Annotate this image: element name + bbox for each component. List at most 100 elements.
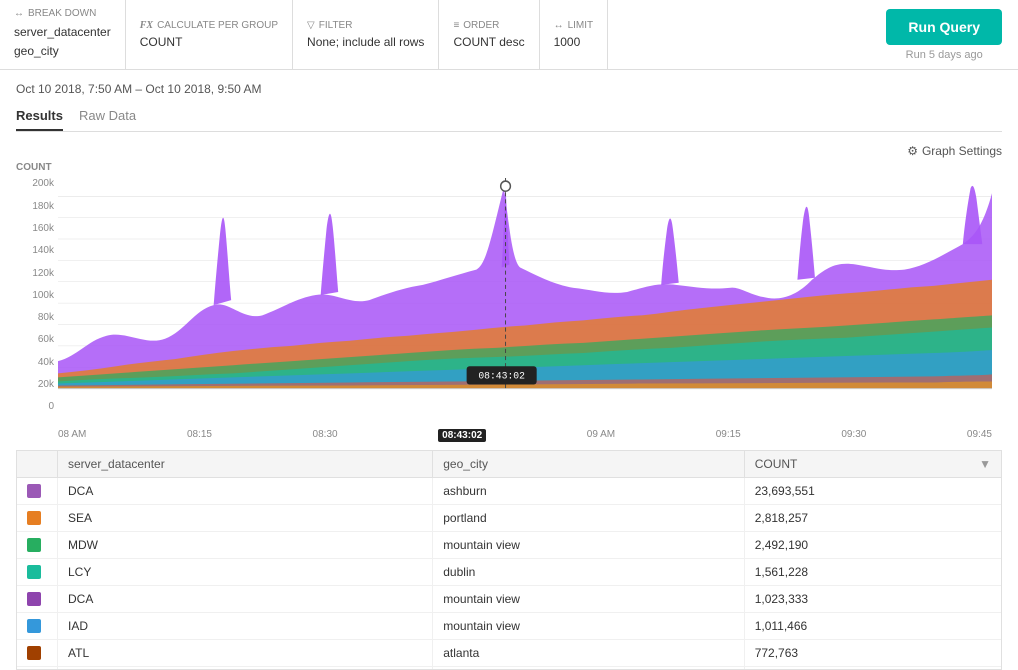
row-count: 2,492,190 [744,532,1001,559]
x-label-0: 08 AM [58,429,86,442]
breakdown-section[interactable]: ↔ BREAK DOWN server_datacenter geo_city [0,0,126,69]
y-tick-6: 120k [32,268,54,279]
y-tick-5: 100k [32,290,54,301]
row-color-cell [17,640,58,667]
tab-results[interactable]: Results [16,104,63,131]
color-swatch [27,646,41,660]
color-swatch [27,565,41,579]
table-row: DCA ashburn 23,693,551 [17,478,1001,505]
breakdown-icon: ↔ [14,8,24,19]
color-swatch [27,511,41,525]
y-tick-2: 40k [38,357,54,368]
row-count: 2,818,257 [744,505,1001,532]
limit-value: 1000 [554,35,594,49]
order-value: COUNT desc [453,35,524,49]
table-header: server_datacenter geo_city COUNT ▼ [17,451,1001,478]
color-swatch [27,619,41,633]
order-section[interactable]: ≡ ORDER COUNT desc [439,0,539,69]
table-row: ATL atlanta 772,763 [17,640,1001,667]
y-tick-8: 160k [32,223,54,234]
table-row: SEA portland 2,818,257 [17,505,1001,532]
row-count: 1,561,228 [744,559,1001,586]
row-datacenter: MDW [58,532,433,559]
toolbar: ↔ BREAK DOWN server_datacenter geo_city … [0,0,1018,70]
x-label-3: 08:43:02 [438,429,486,442]
color-swatch [27,484,41,498]
limit-icon: ↔ [554,20,564,31]
y-tick-7: 140k [32,245,54,256]
data-table: server_datacenter geo_city COUNT ▼ DCA a… [17,451,1001,670]
y-axis-ticks: 0 20k 40k 60k 80k 100k 120k 140k 160k 18… [16,178,58,412]
row-datacenter: IAD [58,613,433,640]
filter-section[interactable]: ▽ FILTER None; include all rows [293,0,439,69]
row-count: 1,023,333 [744,586,1001,613]
row-color-cell [17,613,58,640]
calculate-section[interactable]: fx CALCULATE PER GROUP COUNT [126,0,293,69]
row-color-cell [17,586,58,613]
order-label: ≡ ORDER [453,20,524,31]
x-label-6: 09:30 [841,429,866,442]
row-city: mountain view [433,613,744,640]
row-count: 772,763 [744,640,1001,667]
order-icon: ≡ [453,20,459,31]
y-tick-0: 0 [48,401,54,412]
y-tick-10: 200k [32,178,54,189]
x-label-4: 09 AM [587,429,615,442]
sort-icon: ▼ [979,457,991,471]
breakdown-label: ↔ BREAK DOWN [14,8,111,19]
content-area: Oct 10 2018, 7:50 AM – Oct 10 2018, 9:50… [0,70,1018,670]
table-body: DCA ashburn 23,693,551 SEA portland 2,81… [17,478,1001,670]
run-query-button[interactable]: Run Query [886,9,1002,45]
color-swatch [27,592,41,606]
limit-label: ↔ LIMIT [554,20,594,31]
row-city: mountain view [433,586,744,613]
filter-label: ▽ FILTER [307,20,424,31]
row-datacenter: LCY [58,559,433,586]
chart-container: COUNT [16,162,1002,442]
calculate-value: COUNT [140,35,278,49]
table-row: IAD mountain view 1,011,466 [17,613,1001,640]
table-header-row: server_datacenter geo_city COUNT ▼ [17,451,1001,478]
calculate-label: fx CALCULATE PER GROUP [140,20,278,31]
gear-icon: ⚙ [907,144,918,158]
th-count[interactable]: COUNT ▼ [744,451,1001,478]
calculate-icon: fx [140,20,153,31]
x-label-1: 08:15 [187,429,212,442]
x-label-7: 09:45 [967,429,992,442]
row-datacenter: DCA [58,586,433,613]
breakdown-values: server_datacenter geo_city [14,23,111,61]
th-datacenter[interactable]: server_datacenter [58,451,433,478]
table-row: MDW mountain view 2,492,190 [17,532,1001,559]
y-tick-1: 20k [38,379,54,390]
table-row: DCA mountain view 1,023,333 [17,586,1001,613]
table-row: LCY dublin 1,561,228 [17,559,1001,586]
chart-svg: 08:43:02 [58,178,992,412]
data-table-wrapper: server_datacenter geo_city COUNT ▼ DCA a… [16,450,1002,670]
svg-text:08:43:02: 08:43:02 [478,371,525,382]
row-count: 23,693,551 [744,478,1001,505]
th-color [17,451,58,478]
graph-header: ⚙ Graph Settings [16,144,1002,158]
color-swatch [27,538,41,552]
y-tick-4: 80k [38,312,54,323]
row-city: atlanta [433,640,744,667]
row-city: dublin [433,559,744,586]
row-color-cell [17,505,58,532]
filter-value: None; include all rows [307,35,424,49]
row-color-cell [17,559,58,586]
tab-raw-data[interactable]: Raw Data [79,104,136,131]
row-datacenter: SEA [58,505,433,532]
row-city: mountain view [433,532,744,559]
graph-settings-button[interactable]: ⚙ Graph Settings [907,144,1002,158]
row-color-cell [17,478,58,505]
x-label-2: 08:30 [313,429,338,442]
run-hint: Run 5 days ago [906,49,983,61]
limit-section[interactable]: ↔ LIMIT 1000 [540,0,609,69]
th-city[interactable]: geo_city [433,451,744,478]
x-axis-labels: 08 AM 08:15 08:30 08:43:02 09 AM 09:15 0… [58,429,992,442]
tabs: Results Raw Data [16,104,1002,132]
y-axis-label: COUNT [16,162,52,173]
row-color-cell [17,532,58,559]
y-tick-9: 180k [32,201,54,212]
x-label-5: 09:15 [716,429,741,442]
